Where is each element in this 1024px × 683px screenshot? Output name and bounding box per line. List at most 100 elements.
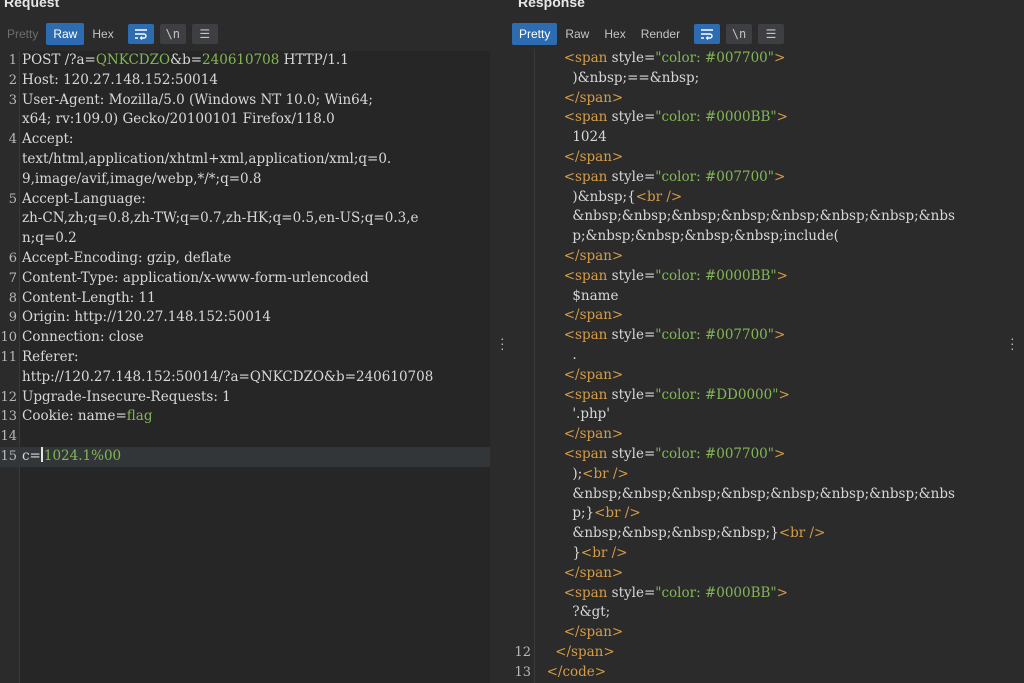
code-text: )&nbsp;==&nbsp; (538, 69, 699, 89)
code-token: Content-Type: application/x-www-form-url… (22, 269, 369, 286)
newline-icon[interactable]: \n (159, 24, 186, 44)
request-editor[interactable]: 1 POST /?a=QNKCDZO&b=240610708 HTTP/1.1 2 H… (0, 51, 490, 683)
code-text: </span> (538, 366, 623, 386)
code-token: "color: #0000BB" (655, 584, 777, 601)
line-number: 12 (0, 389, 17, 405)
code-text: </span> (538, 89, 623, 109)
code-token: HTTP/1.1 (279, 52, 349, 68)
text-cursor (40, 446, 43, 462)
response-editor[interactable]: <span style="color: #007700"> )&nbsp;==&… (508, 49, 998, 683)
code-token: POST /?a= (22, 52, 96, 68)
code-text: <span style="color: #007700"> (538, 326, 786, 346)
code-token: > (773, 168, 786, 185)
code-text: x64; rv:109.0) Gecko/20100101 Firefox/11… (22, 110, 335, 130)
code-token: } (538, 544, 581, 561)
code-token: </span> (555, 643, 615, 660)
code-line: 12 </span> (508, 643, 998, 663)
code-text: <span style="color: #007700"> (538, 168, 786, 188)
code-line: p;}<br /> (508, 504, 998, 524)
code-line: </span> (508, 366, 998, 386)
code-token: </span> (563, 307, 624, 324)
line-number: 15 (0, 448, 17, 464)
response-tab-render[interactable]: Render (634, 23, 687, 45)
code-text: </span> (538, 306, 623, 326)
line-number: 4 (8, 132, 17, 148)
request-toolbar: Pretty Raw Hex \n ☰ (0, 22, 218, 46)
code-text: </span> (538, 247, 623, 267)
code-text: Connection: close (22, 328, 144, 348)
code-token: <span (563, 327, 612, 344)
code-token: style= (611, 109, 656, 126)
line-number: 5 (8, 191, 17, 207)
code-token: <br /> (580, 544, 628, 561)
code-token: &nbsp;&nbsp;&nbsp;&nbsp;&nbsp;&nbsp;&nbs… (538, 485, 955, 502)
code-token: </span> (563, 366, 624, 383)
response-tab-hex[interactable]: Hex (597, 23, 632, 45)
request-lines: 1 POST /?a=QNKCDZO&b=240610708 HTTP/1.1 2 H… (0, 51, 490, 467)
code-line: </span> (508, 306, 998, 326)
panel-splitter-right[interactable]: · · · (1000, 0, 1024, 683)
code-line: );<br /> (508, 465, 998, 485)
code-token: p;} (538, 505, 595, 522)
code-text: }<br /> (538, 544, 627, 564)
code-token: style= (611, 267, 656, 284)
code-text: <span style="color: #DD0000"> (538, 386, 790, 406)
code-text: $name (538, 287, 618, 307)
code-token: 1024.1%00 (43, 447, 122, 464)
code-text: </code> (538, 663, 607, 683)
request-panel: Request Pretty Raw Hex \n ☰ 1 POST /?a=QN… (0, 0, 490, 683)
code-line: </span> (508, 89, 998, 109)
request-tab-pretty[interactable]: Pretty (0, 23, 45, 45)
code-text: Origin: http://120.27.148.152:50014 (22, 308, 271, 328)
request-tab-raw[interactable]: Raw (46, 23, 85, 45)
code-token: > (776, 109, 788, 126)
code-line: 5 Accept-Language: (0, 190, 490, 210)
code-token: <span (563, 168, 612, 185)
code-line: 8 Content-Length: 11 (0, 289, 490, 309)
request-tab-hex[interactable]: Hex (85, 23, 120, 45)
code-token: ?&gt; (538, 604, 611, 621)
request-panel-title: Request (4, 0, 60, 10)
panel-splitter[interactable]: · · · (492, 0, 508, 683)
code-token: <span (563, 50, 612, 66)
code-token: Accept-Language: (22, 190, 146, 207)
menu-icon[interactable]: ☰ (191, 24, 218, 44)
code-token: 1024 (538, 129, 607, 146)
code-text: Content-Length: 11 (22, 289, 156, 309)
response-tab-pretty[interactable]: Pretty (512, 23, 558, 45)
wrap-lines-icon[interactable] (694, 24, 721, 44)
newline-icon[interactable]: \n (726, 24, 753, 44)
code-text: )&nbsp;{<br /> (538, 188, 682, 208)
code-token: style= (611, 327, 656, 344)
code-token: $name (538, 287, 619, 304)
code-text: );<br /> (538, 465, 628, 485)
response-lines: <span style="color: #007700"> )&nbsp;==&… (508, 49, 998, 683)
drag-handle-icon[interactable]: · · · (500, 331, 505, 355)
code-line: 13 </code> (508, 663, 998, 683)
code-token: . (538, 346, 577, 363)
code-text: &nbsp;&nbsp;&nbsp;&nbsp;}<br /> (538, 524, 825, 544)
code-line: <span style="color: #007700"> (508, 326, 998, 346)
code-line: <span style="color: #0000BB"> (508, 108, 998, 128)
code-line: 12 Upgrade-Insecure-Requests: 1 (0, 388, 490, 408)
wrap-lines-icon[interactable] (127, 24, 154, 44)
response-tab-raw[interactable]: Raw (558, 23, 596, 45)
code-token: User-Agent: Mozilla/5.0 (Windows NT 10.0… (22, 91, 373, 108)
code-token: 9,image/avif,image/webp,*/*;q=0.8 (22, 170, 262, 187)
code-text: </span> (538, 148, 623, 168)
code-token: "color: #007700" (655, 327, 774, 344)
code-token: zh-CN,zh;q=0.8,zh-TW;q=0.7,zh-HK;q=0.5,e… (22, 210, 419, 227)
code-token: Referer: (22, 348, 79, 365)
code-text: Accept-Language: (22, 190, 146, 210)
drag-handle-icon[interactable]: · · · (1010, 331, 1015, 355)
code-line: }<br /> (508, 544, 998, 564)
menu-icon[interactable]: ☰ (758, 24, 785, 44)
code-text: &nbsp;&nbsp;&nbsp;&nbsp;&nbsp;&nbsp;&nbs… (538, 207, 955, 227)
code-text: </span> (538, 425, 623, 445)
code-token: &nbsp;&nbsp;&nbsp;&nbsp;} (538, 525, 779, 542)
